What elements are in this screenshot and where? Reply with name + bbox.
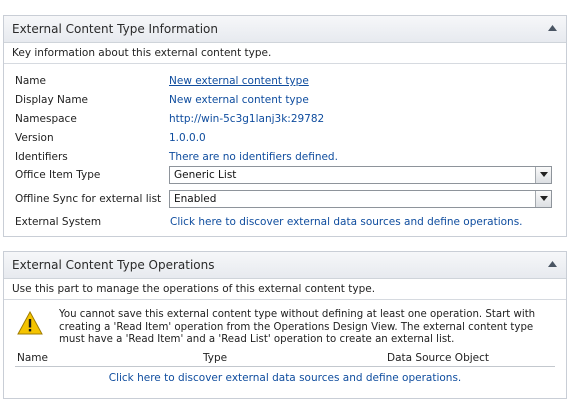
field-namespace-label: Namespace (15, 113, 77, 125)
field-name-label: Name (15, 75, 46, 87)
field-office-item-type-label: Office Item Type (15, 169, 101, 181)
field-version-label: Version (15, 132, 54, 144)
field-offline-sync-label: Offline Sync for external list (15, 193, 162, 205)
offline-sync-dropdown-button[interactable] (535, 191, 551, 207)
dropdown-arrow-icon (540, 172, 548, 177)
warning-icon (17, 311, 43, 335)
field-display-name-value[interactable]: New external content type (169, 91, 309, 109)
field-display-name: Display Name New external content type (15, 91, 560, 109)
collapse-icon[interactable] (548, 261, 557, 267)
column-header-name[interactable]: Name (17, 352, 48, 364)
field-identifiers-value[interactable]: There are no identifiers defined. (169, 148, 338, 166)
warning-message: You cannot save this external content ty… (15, 307, 555, 349)
column-header-data-source-object[interactable]: Data Source Object (387, 352, 489, 364)
field-identifiers: Identifiers There are no identifiers def… (15, 148, 560, 166)
field-external-system: External System Click here to discover e… (15, 213, 560, 231)
field-office-item-type: Office Item Type Generic List (15, 166, 560, 184)
field-external-system-label: External System (15, 216, 102, 228)
field-namespace-value[interactable]: http://win-5c3g1lanj3k:29782 (169, 110, 324, 128)
operations-discover-link[interactable]: Click here to discover external data sou… (4, 372, 566, 384)
field-name-value-link[interactable]: New external content type (169, 72, 309, 90)
office-item-type-dropdown-button[interactable] (535, 167, 551, 183)
field-name: Name New external content type (15, 72, 560, 90)
field-offline-sync: Offline Sync for external list Enabled (15, 190, 560, 208)
ops-panel-header[interactable]: External Content Type Operations (4, 252, 566, 279)
info-panel-title: External Content Type Information (12, 22, 218, 36)
field-display-name-label: Display Name (15, 94, 89, 106)
offline-sync-selected: Enabled (174, 193, 217, 205)
info-panel: External Content Type Information Key in… (3, 15, 567, 237)
ops-panel-title: External Content Type Operations (12, 258, 215, 272)
ops-panel-description: Use this part to manage the operations o… (4, 279, 566, 300)
warning-text: You cannot save this external content ty… (59, 309, 536, 345)
ops-panel: External Content Type Operations Use thi… (3, 251, 567, 399)
info-panel-description: Key information about this external cont… (4, 43, 566, 64)
column-header-type[interactable]: Type (203, 352, 227, 364)
dropdown-arrow-icon (540, 196, 548, 201)
field-version-value[interactable]: 1.0.0.0 (169, 129, 206, 147)
collapse-icon[interactable] (548, 25, 557, 31)
office-item-type-selected: Generic List (174, 169, 237, 181)
field-namespace: Namespace http://win-5c3g1lanj3k:29782 (15, 110, 560, 128)
operations-table-header: Name Type Data Source Object (15, 351, 555, 367)
field-version: Version 1.0.0.0 (15, 129, 560, 147)
info-panel-header[interactable]: External Content Type Information (4, 16, 566, 43)
office-item-type-select[interactable]: Generic List (169, 166, 552, 184)
external-system-discover-link[interactable]: Click here to discover external data sou… (170, 213, 523, 231)
field-identifiers-label: Identifiers (15, 151, 68, 163)
offline-sync-select[interactable]: Enabled (169, 190, 552, 208)
